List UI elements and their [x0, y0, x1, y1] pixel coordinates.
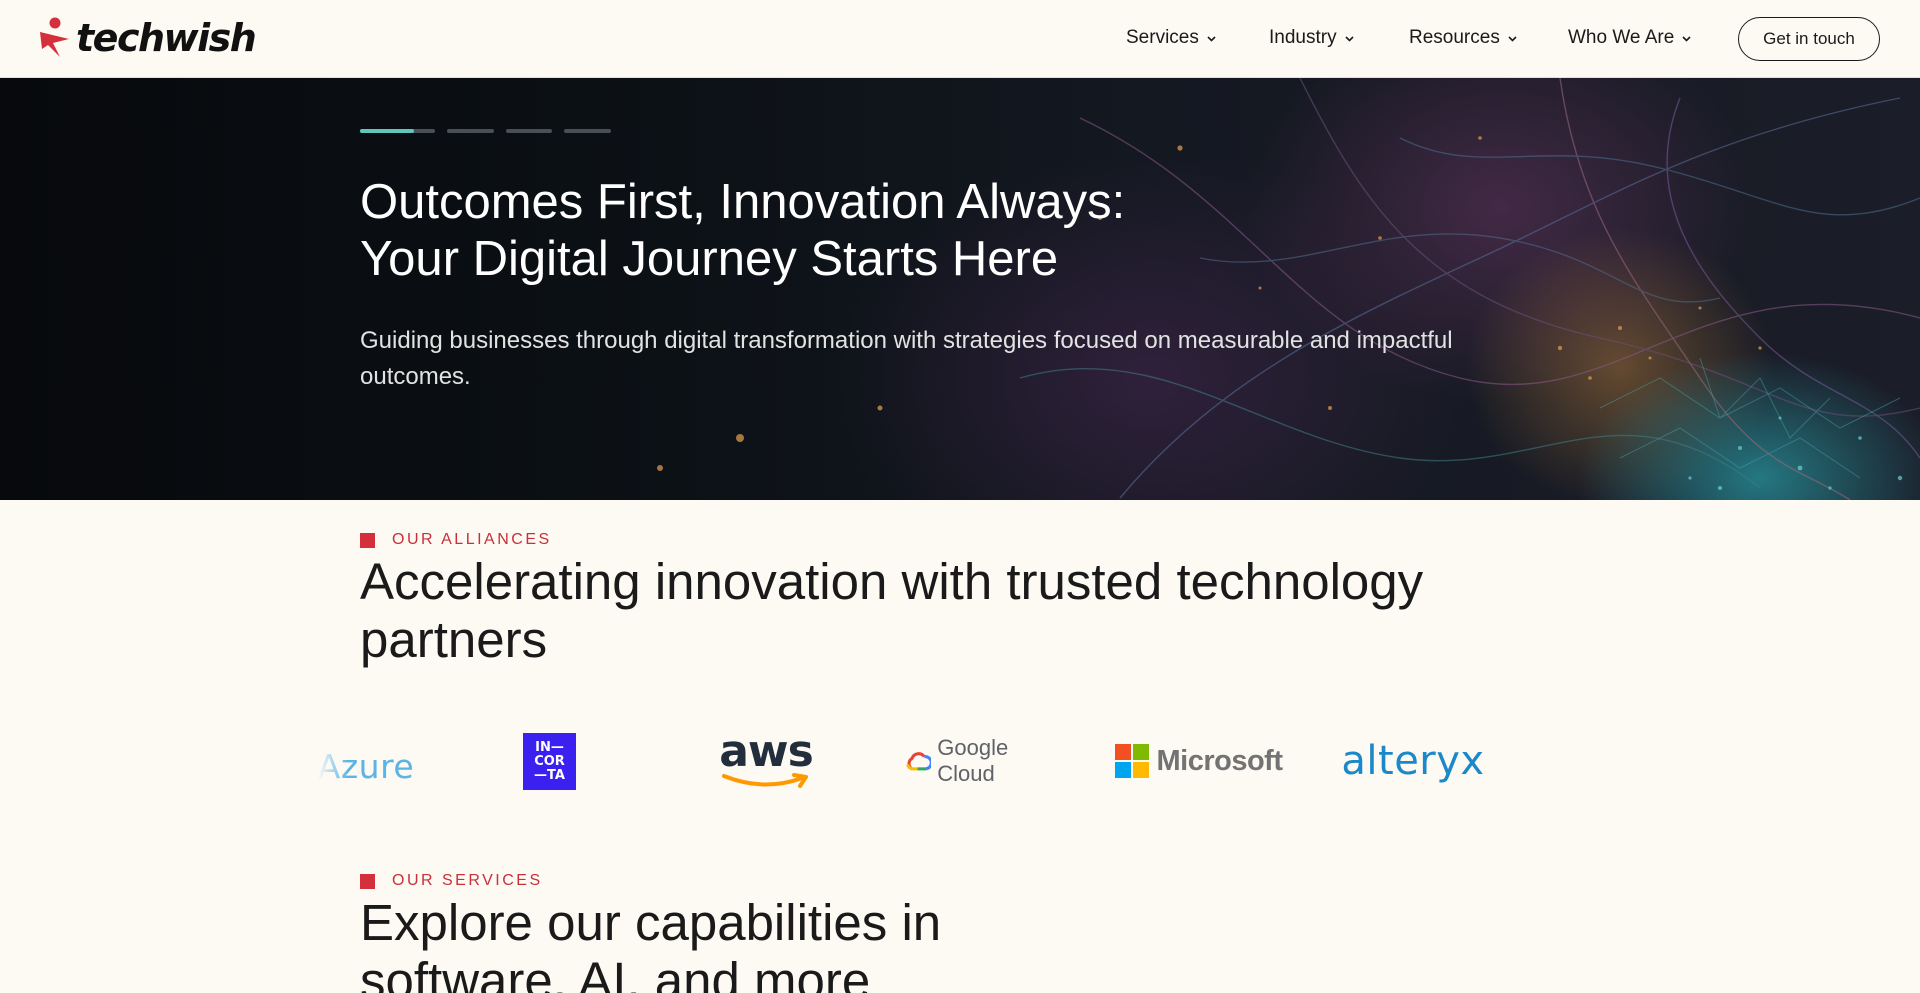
nav-services-label: Services: [1126, 27, 1199, 48]
techwish-logo[interactable]: techwish: [38, 16, 257, 60]
incorta-line-1: IN—: [535, 739, 564, 755]
slide-indicator-4[interactable]: [564, 129, 611, 133]
nav-who-we-are[interactable]: Who We Are: [1568, 26, 1692, 50]
services-eyebrow: OUR SERVICES: [360, 872, 543, 890]
incorta-line-2: COR: [534, 753, 565, 769]
logo-wordmark: techwish: [76, 16, 257, 60]
slide-indicator-2[interactable]: [447, 129, 494, 133]
nav-resources[interactable]: Resources: [1409, 26, 1518, 50]
microsoft-four-squares-icon: [1114, 744, 1149, 778]
alliances-eyebrow: OUR ALLIANCES: [360, 531, 552, 549]
hero-title-line-2: Your Digital Journey Starts Here: [360, 232, 1059, 286]
logo-runner-icon: [40, 17, 69, 57]
hero-title-line-1: Outcomes First, Innovation Always:: [360, 175, 1126, 229]
partner-incorta-logo: IN— COR —TA: [523, 733, 576, 790]
hero-banner: Outcomes First, Innovation Always: Your …: [0, 78, 1920, 500]
incorta-line-3: —TA: [534, 767, 565, 783]
alliances-title: Accelerating innovation with trusted tec…: [360, 553, 1424, 668]
nav-industry-label: Industry: [1269, 27, 1337, 48]
services-eyebrow-label: OUR SERVICES: [392, 872, 543, 889]
incorta-logo-box: IN— COR —TA: [523, 733, 576, 790]
services-title-line-2: software, AI, and more: [360, 952, 871, 993]
chevron-down-icon: [1207, 35, 1216, 42]
chevron-down-icon: [1345, 35, 1354, 42]
hero-subtitle: Guiding businesses through digital trans…: [360, 327, 1453, 390]
eyebrow-square-icon: [360, 532, 375, 548]
slide-indicator-3[interactable]: [506, 129, 552, 133]
google-cloud-wordmark: Google Cloud: [937, 735, 1009, 786]
partner-microsoft-logo: Microsoft: [1114, 743, 1283, 779]
slide-indicator-1[interactable]: [360, 129, 435, 133]
nav-industry[interactable]: Industry: [1269, 26, 1355, 50]
services-title-line-1: Explore our capabilities in: [360, 894, 942, 951]
carousel-edge-fade: [318, 744, 348, 788]
partner-alteryx-logo: alteryx: [1341, 736, 1484, 786]
partner-azure-logo: Azure: [318, 744, 428, 788]
slide-indicator-progress: [360, 129, 414, 133]
site-header: techwish Services Industry Resources Who…: [0, 0, 1920, 78]
microsoft-wordmark: Microsoft: [1156, 744, 1284, 777]
aws-smile-arrow-icon: [722, 773, 808, 788]
partner-aws-logo: aws: [716, 730, 816, 792]
chevron-down-icon: [1682, 35, 1691, 42]
chevron-down-icon: [1508, 35, 1517, 42]
alliances-eyebrow-label: OUR ALLIANCES: [392, 531, 552, 548]
get-in-touch-button[interactable]: Get in touch: [1738, 17, 1880, 61]
hero-slide-indicators: [360, 129, 611, 133]
hero-network-background: [657, 78, 1920, 500]
nav-resources-label: Resources: [1409, 27, 1500, 48]
partner-google-cloud-logo: Google Cloud: [905, 735, 1055, 786]
nav-services[interactable]: Services: [1126, 26, 1217, 50]
services-title: Explore our capabilities in software, AI…: [360, 894, 1160, 993]
aws-wordmark: aws: [719, 726, 814, 777]
alteryx-wordmark: alteryx: [1341, 738, 1485, 784]
eyebrow-square-icon: [360, 873, 375, 889]
hero-title: Outcomes First, Innovation Always: Your …: [360, 174, 1260, 288]
google-cloud-icon: [906, 752, 932, 771]
nav-who-we-are-label: Who We Are: [1568, 27, 1675, 48]
